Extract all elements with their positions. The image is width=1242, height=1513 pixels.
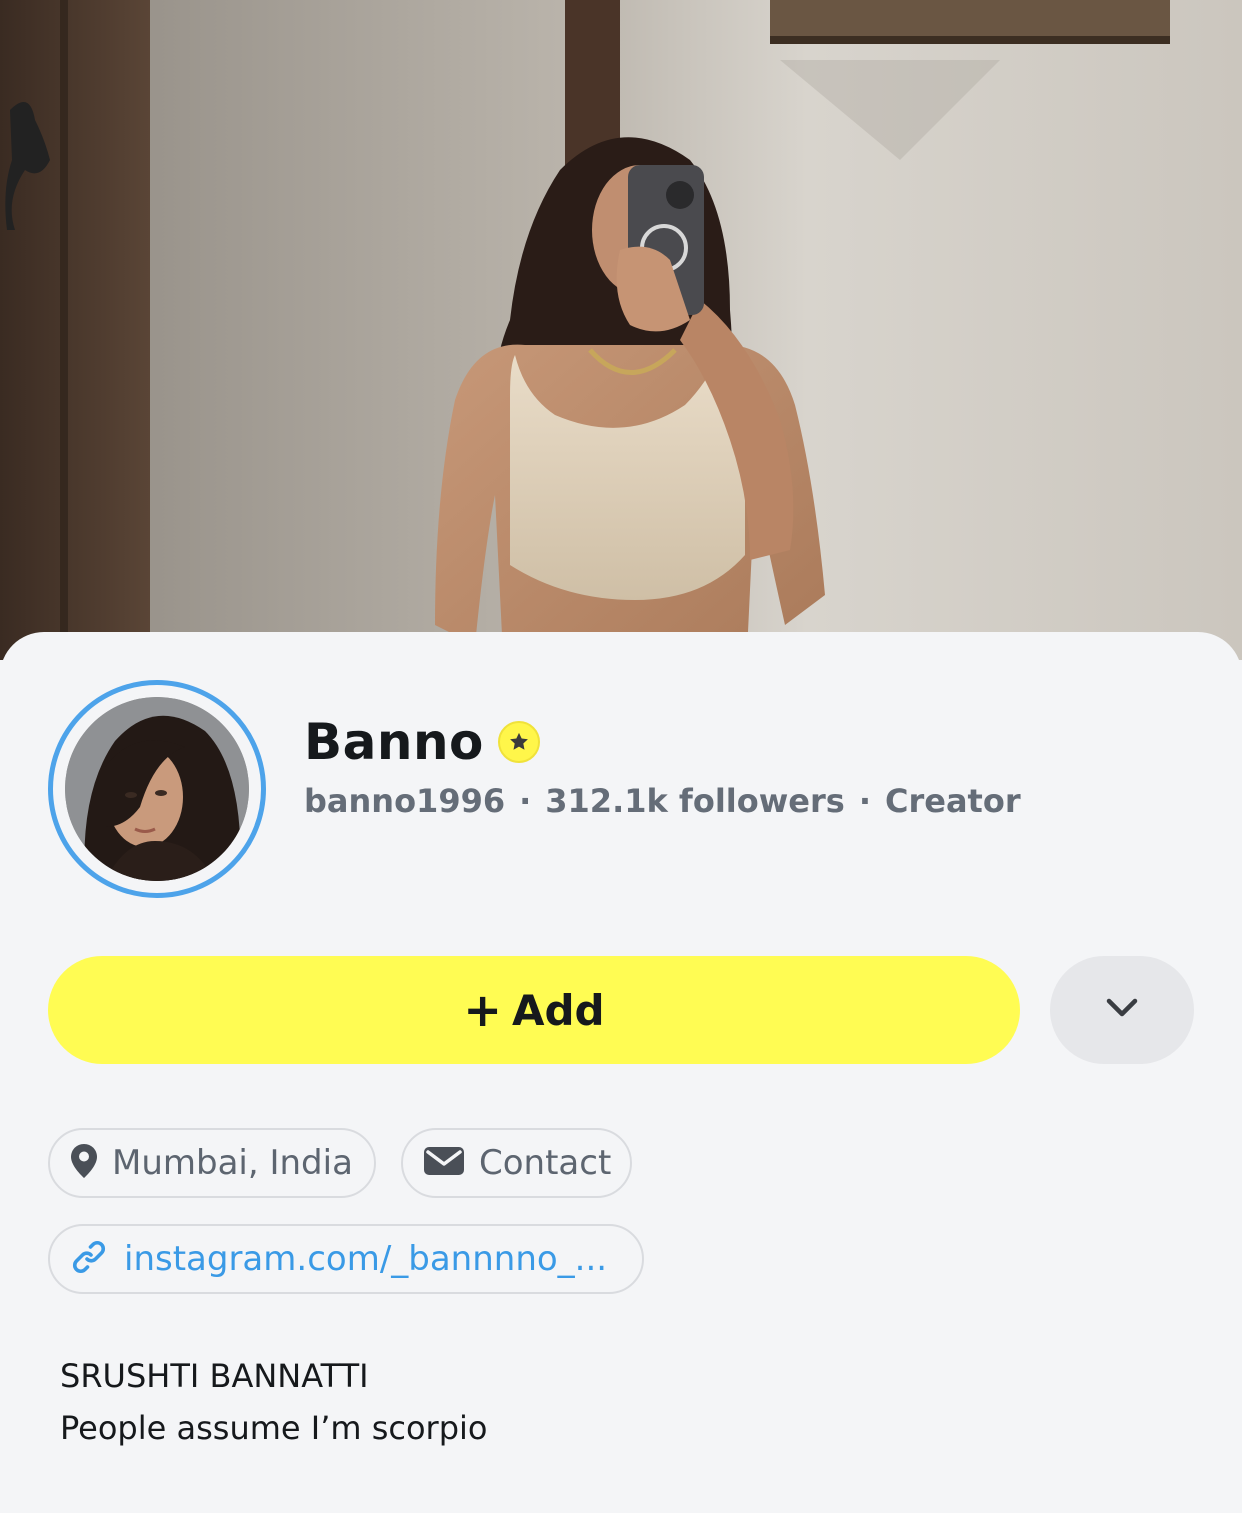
cover-photo (0, 0, 1242, 660)
add-button-label: Add (511, 985, 605, 1035)
avatar-image (65, 697, 249, 881)
meta-separator: · (519, 782, 532, 820)
location-chip[interactable]: Mumbai, India (48, 1128, 376, 1198)
chevron-down-icon (1105, 997, 1139, 1023)
location-label: Mumbai, India (112, 1143, 353, 1183)
profile-meta: banno1996 · 312.1k followers · Creator (304, 782, 1021, 820)
bio: SRUSHTI BANNATTI People assume I’m scorp… (60, 1350, 487, 1454)
meta-separator: · (858, 782, 871, 820)
website-link-chip[interactable]: instagram.com/_bannnno_... (48, 1224, 644, 1294)
plus-icon: + (463, 983, 502, 1037)
star-badge-icon (497, 721, 540, 763)
display-name: Banno (304, 713, 484, 771)
avatar[interactable] (48, 680, 266, 898)
name-row: Banno (304, 710, 540, 774)
bio-line-text: People assume I’m scorpio (60, 1409, 488, 1447)
username: banno1996 (304, 782, 506, 820)
envelope-icon (423, 1146, 465, 1180)
profile-sheet: Banno banno1996 · 312.1k followers · Cre… (0, 632, 1242, 1513)
contact-label: Contact (479, 1143, 612, 1183)
add-friend-button[interactable]: + Add (48, 956, 1020, 1064)
location-pin-icon (70, 1143, 98, 1183)
profile-category: Creator (884, 782, 1021, 820)
bio-line-name: SRUSHTI BANNATTI (60, 1357, 369, 1395)
website-link-label: instagram.com/_bannnno_... (124, 1239, 608, 1279)
follower-count: 312.1k followers (545, 782, 845, 820)
link-icon (70, 1238, 108, 1280)
more-options-button[interactable] (1050, 956, 1194, 1064)
contact-chip[interactable]: Contact (401, 1128, 632, 1198)
